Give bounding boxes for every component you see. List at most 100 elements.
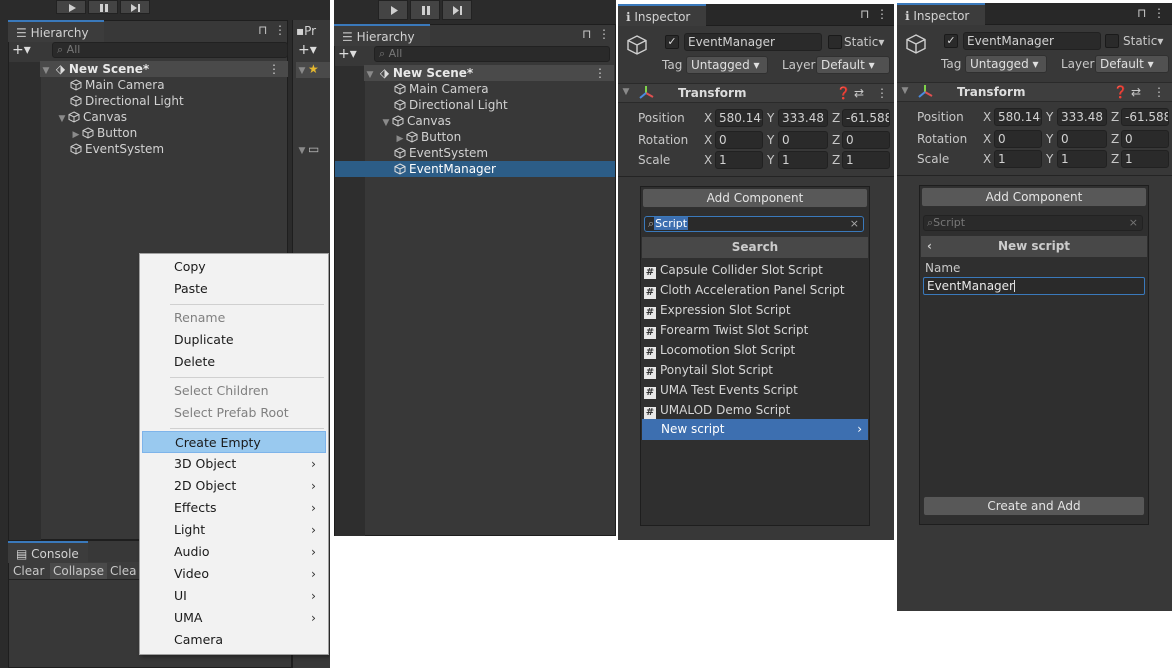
lock-icon[interactable]: ⊓ (582, 27, 591, 41)
menu-item-copy[interactable]: Copy (142, 256, 326, 278)
tag-dropdown[interactable]: Untagged ▾ (965, 55, 1047, 73)
axis-x-label[interactable]: X (704, 131, 712, 149)
component-result-item[interactable]: # UMALOD Demo Script (644, 400, 892, 420)
create-and-add-button[interactable]: Create and Add (923, 496, 1145, 516)
axis-y-label[interactable]: Y (767, 131, 774, 149)
hierarchy-item-directional-light[interactable]: Directional Light (70, 93, 184, 109)
help-icon[interactable]: ❓ (1113, 85, 1128, 99)
hierarchy-item-canvas[interactable]: ▼ Canvas (380, 113, 452, 131)
kebab-icon[interactable]: ⋮ (1153, 6, 1165, 20)
menu-item-3d-object[interactable]: 3D Object › (142, 453, 326, 475)
settings-sliders-icon[interactable]: ⇄ (854, 86, 864, 100)
axis-z-label[interactable]: Z (1111, 150, 1119, 168)
menu-item-paste[interactable]: Paste (142, 278, 326, 300)
help-icon[interactable]: ❓ (836, 86, 851, 100)
axis-x-label[interactable]: X (983, 108, 991, 126)
axis-y-label[interactable]: Y (1046, 130, 1053, 148)
play-button[interactable] (378, 0, 408, 20)
axis-x-label[interactable]: X (983, 150, 991, 168)
settings-sliders-icon[interactable]: ⇄ (1131, 85, 1141, 99)
axis-x-label[interactable]: X (704, 109, 712, 127)
hierarchy-item-button[interactable]: ▶ Button (394, 129, 462, 145)
rotation-y-field[interactable]: 0 (778, 131, 828, 149)
menu-item-uma[interactable]: UMA › (142, 607, 326, 629)
tab-hierarchy[interactable]: ☰ Hierarchy (8, 20, 104, 42)
rotation-x-field[interactable]: 0 (994, 130, 1042, 148)
lock-icon[interactable]: ⊓ (860, 7, 869, 21)
lock-icon[interactable]: ⊓ (258, 23, 267, 37)
axis-x-label[interactable]: X (983, 130, 991, 148)
position-x-field[interactable]: 580.148 (994, 108, 1042, 126)
component-result-item[interactable]: # UMA Test Events Script (644, 380, 892, 400)
kebab-icon[interactable]: ⋮ (594, 65, 606, 81)
menu-item-2d-object[interactable]: 2D Object › (142, 475, 326, 497)
rotation-y-field[interactable]: 0 (1057, 130, 1107, 148)
component-result-item[interactable]: # Capsule Collider Slot Script (644, 260, 892, 280)
console-collapse-button[interactable]: Collapse (50, 563, 107, 579)
axis-z-label[interactable]: Z (832, 131, 840, 149)
axis-x-label[interactable]: X (704, 151, 712, 169)
menu-item-duplicate[interactable]: Duplicate (142, 329, 326, 351)
rotation-z-field[interactable]: 0 (1121, 130, 1169, 148)
menu-item-create-empty[interactable]: Create Empty (142, 431, 326, 453)
component-result-item[interactable]: # Forearm Twist Slot Script (644, 320, 892, 340)
script-name-input[interactable]: EventManager (923, 277, 1145, 295)
assets-row[interactable]: ▼ ▭ (296, 142, 320, 156)
static-dropdown[interactable]: Static▾ (1123, 32, 1163, 50)
transform-header[interactable]: ▼ Transform ❓ ⇄ ⋮ (618, 83, 894, 103)
axis-y-label[interactable]: Y (1046, 108, 1053, 126)
tab-console[interactable]: ▤ Console (8, 541, 88, 563)
position-y-field[interactable]: 333.48 (1057, 108, 1107, 126)
scale-z-field[interactable]: 1 (842, 151, 890, 169)
hierarchy-item-main-camera[interactable]: Main Camera (394, 81, 489, 97)
axis-z-label[interactable]: Z (1111, 108, 1119, 126)
menu-item-camera[interactable]: Camera (142, 629, 326, 651)
position-z-field[interactable]: -61.588 (842, 109, 890, 127)
scale-y-field[interactable]: 1 (1057, 150, 1107, 168)
active-checkbox[interactable]: ✓ (665, 35, 679, 49)
menu-item-video[interactable]: Video › (142, 563, 326, 585)
chevron-down-icon[interactable]: ▼ (380, 115, 392, 131)
hierarchy-item-button[interactable]: ▶ Button (70, 125, 138, 141)
axis-y-label[interactable]: Y (767, 109, 774, 127)
menu-item-audio[interactable]: Audio › (142, 541, 326, 563)
tab-hierarchy[interactable]: ☰ Hierarchy (334, 24, 430, 46)
add-component-button[interactable]: Add Component (921, 187, 1147, 207)
kebab-icon[interactable]: ⋮ (274, 23, 286, 37)
scale-x-field[interactable]: 1 (994, 150, 1042, 168)
axis-y-label[interactable]: Y (767, 151, 774, 169)
step-button[interactable] (442, 0, 472, 20)
component-result-item[interactable]: # Cloth Acceleration Panel Script (644, 280, 892, 300)
console-clear-button[interactable]: Clear (13, 563, 44, 579)
kebab-icon[interactable]: ⋮ (876, 7, 888, 21)
component-result-item[interactable]: # Ponytail Slot Script (644, 360, 892, 380)
search-input[interactable]: ⌕ All (52, 42, 288, 58)
scale-z-field[interactable]: 1 (1121, 150, 1169, 168)
chevron-down-icon[interactable]: ▼ (56, 111, 68, 127)
scale-y-field[interactable]: 1 (778, 151, 828, 169)
hierarchy-item-directional-light[interactable]: Directional Light (394, 97, 508, 113)
component-result-item[interactable]: # Locomotion Slot Script (644, 340, 892, 360)
create-dropdown[interactable]: +▾ (12, 42, 31, 58)
active-checkbox[interactable]: ✓ (944, 34, 958, 48)
layer-dropdown[interactable]: Default ▾ (816, 56, 890, 74)
scene-row[interactable]: ▼ ⬗ New Scene* ⋮ (40, 61, 288, 77)
kebab-icon[interactable]: ⋮ (876, 86, 888, 100)
pause-button[interactable] (410, 0, 440, 20)
hierarchy-item-main-camera[interactable]: Main Camera (70, 77, 165, 93)
rotation-x-field[interactable]: 0 (715, 131, 763, 149)
static-checkbox[interactable] (1105, 34, 1119, 48)
menu-item-delete[interactable]: Delete (142, 351, 326, 373)
hierarchy-item-eventsystem[interactable]: EventSystem (70, 141, 164, 157)
axis-z-label[interactable]: Z (832, 109, 840, 127)
menu-item-effects[interactable]: Effects › (142, 497, 326, 519)
position-y-field[interactable]: 333.48 (778, 109, 828, 127)
play-button[interactable] (56, 0, 86, 14)
axis-z-label[interactable]: Z (832, 151, 840, 169)
pause-button[interactable] (88, 0, 118, 14)
new-script-item[interactable]: New script › (642, 419, 868, 440)
tag-dropdown[interactable]: Untagged ▾ (686, 56, 768, 74)
kebab-icon[interactable]: ⋮ (1153, 85, 1165, 99)
static-checkbox[interactable] (828, 35, 842, 49)
menu-item-ui[interactable]: UI › (142, 585, 326, 607)
